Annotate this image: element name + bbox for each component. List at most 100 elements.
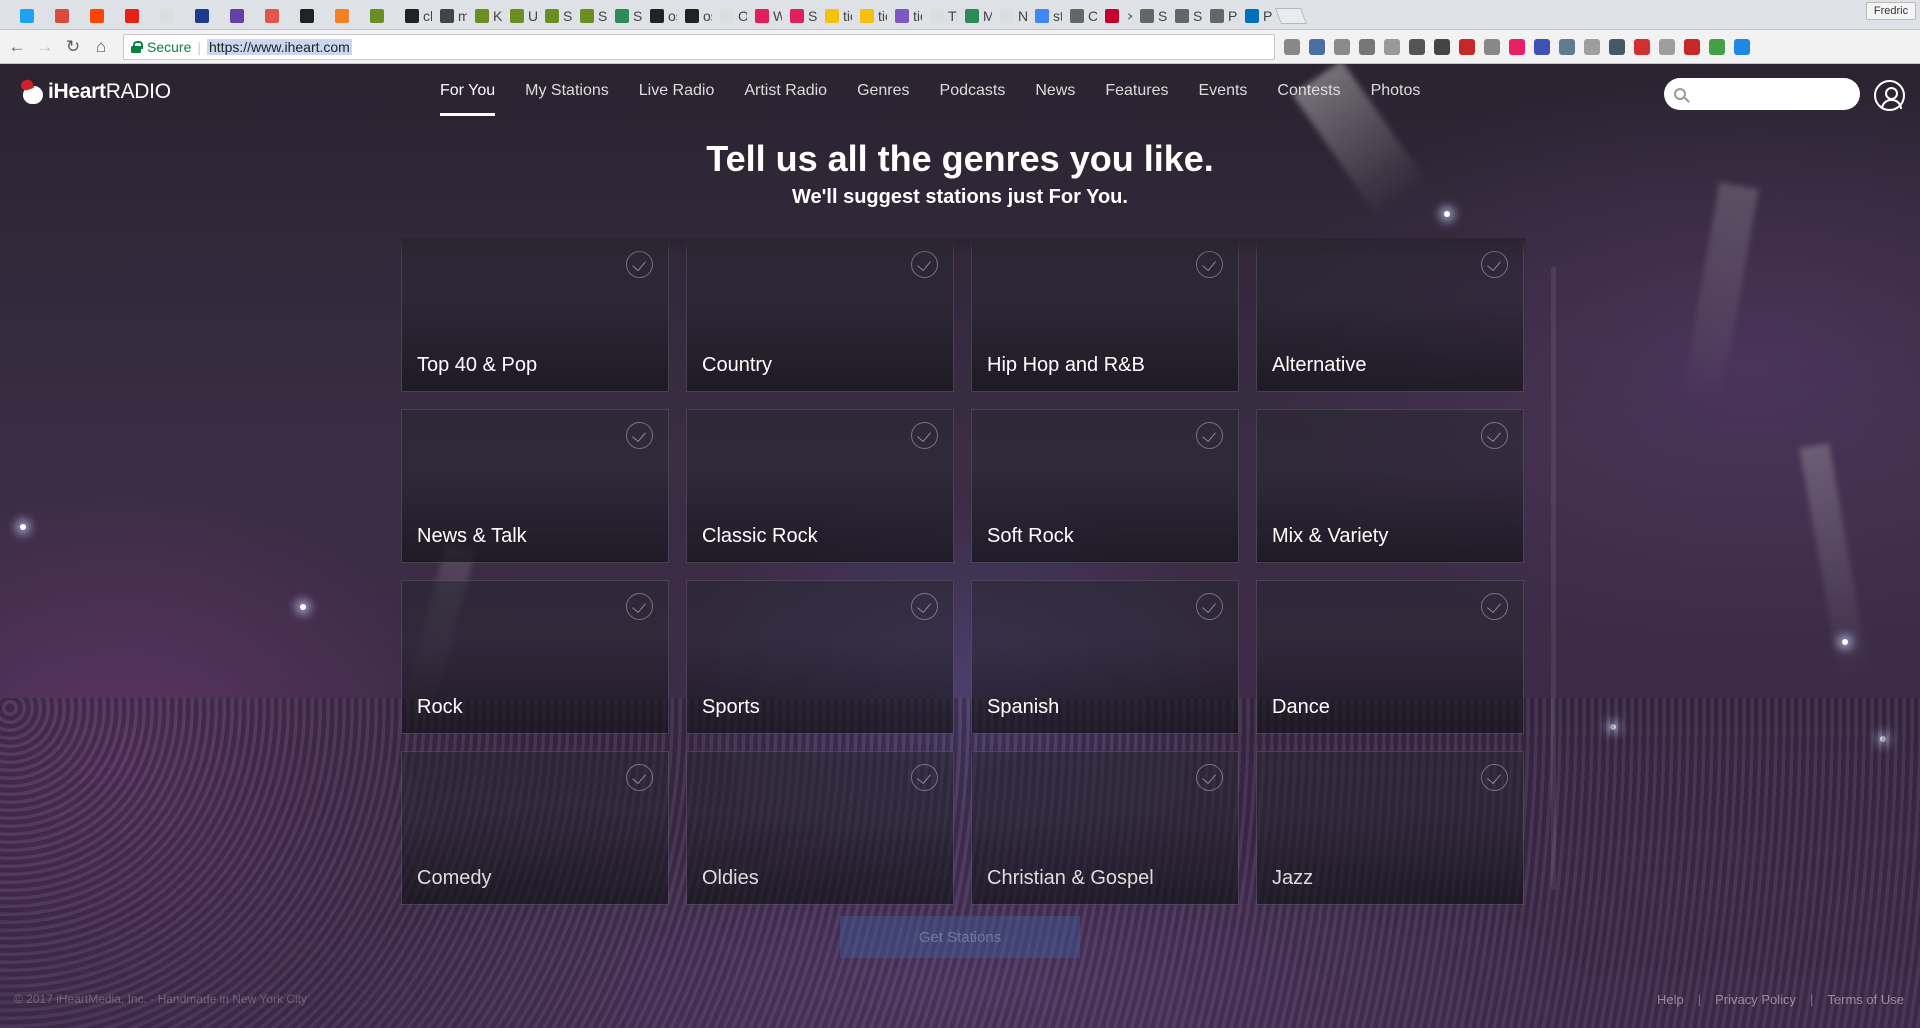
browser-tab[interactable] <box>148 2 187 30</box>
extension-icon[interactable] <box>1734 39 1750 55</box>
browser-tab[interactable]: ch <box>393 2 432 30</box>
nav-artist-radio[interactable]: Artist Radio <box>744 82 827 116</box>
browser-tab[interactable] <box>323 2 362 30</box>
genre-tile[interactable]: Rock <box>401 580 669 734</box>
site-search[interactable] <box>1664 78 1860 110</box>
browser-tab[interactable]: New <box>988 2 1027 30</box>
browser-tab[interactable]: Wi <box>743 2 782 30</box>
browser-tab[interactable]: os <box>673 2 712 30</box>
browser-tab[interactable]: Ut <box>498 2 537 30</box>
genre-tile[interactable]: Jazz <box>1256 751 1524 905</box>
browser-tab[interactable]: Sla <box>778 2 817 30</box>
browser-tab[interactable]: Pa <box>1233 2 1272 30</box>
nav-podcasts[interactable]: Podcasts <box>940 82 1006 116</box>
account-icon[interactable] <box>1874 80 1905 111</box>
browser-tab[interactable]: os <box>638 2 677 30</box>
nav-features[interactable]: Features <box>1105 82 1168 116</box>
genre-tile[interactable]: Sports <box>686 580 954 734</box>
genre-tile[interactable]: Spanish <box>971 580 1239 734</box>
browser-tab[interactable]: st <box>1023 2 1062 30</box>
checkmark-circle-icon[interactable] <box>626 593 653 620</box>
browser-tab[interactable] <box>253 2 292 30</box>
browser-tab[interactable]: Pa <box>1198 2 1237 30</box>
browser-tab[interactable] <box>288 2 327 30</box>
nav-genres[interactable]: Genres <box>857 82 909 116</box>
extension-icon[interactable] <box>1459 39 1475 55</box>
checkmark-circle-icon[interactable] <box>1196 251 1223 278</box>
extension-icon[interactable] <box>1309 39 1325 55</box>
checkmark-circle-icon[interactable] <box>1196 422 1223 449</box>
extension-icon[interactable] <box>1434 39 1450 55</box>
checkmark-circle-icon[interactable] <box>911 422 938 449</box>
extension-icon[interactable] <box>1584 39 1600 55</box>
genre-tile[interactable]: Country <box>686 238 954 392</box>
browser-tab[interactable] <box>358 2 397 30</box>
back-icon[interactable]: ← <box>6 36 28 58</box>
browser-tab[interactable]: tic <box>848 2 887 30</box>
genre-tile[interactable]: Classic Rock <box>686 409 954 563</box>
browser-tab[interactable] <box>78 2 117 30</box>
checkmark-circle-icon[interactable] <box>1196 593 1223 620</box>
search-input[interactable] <box>1694 86 1844 102</box>
browser-tab[interactable]: Se <box>603 2 642 30</box>
extension-icon[interactable] <box>1409 39 1425 55</box>
iheartradio-logo[interactable]: iHeartRADIO <box>20 80 171 104</box>
footer-link-privacy-policy[interactable]: Privacy Policy <box>1715 992 1796 1007</box>
extension-icon[interactable] <box>1609 39 1625 55</box>
home-icon[interactable]: ⌂ <box>90 36 112 58</box>
extension-icon[interactable] <box>1484 39 1500 55</box>
browser-tab[interactable]: Cc <box>1058 2 1097 30</box>
browser-tab[interactable] <box>218 2 257 30</box>
address-bar[interactable]: Secure | https://www.iheart.com <box>123 34 1275 60</box>
browser-tab[interactable]: Ti <box>918 2 957 30</box>
url-text[interactable]: https://www.iheart.com <box>207 39 352 55</box>
browser-tab[interactable] <box>183 2 222 30</box>
checkmark-circle-icon[interactable] <box>626 422 653 449</box>
genre-tile[interactable]: Mix & Variety <box>1256 409 1524 563</box>
nav-photos[interactable]: Photos <box>1371 82 1421 116</box>
extension-icon[interactable] <box>1709 39 1725 55</box>
checkmark-circle-icon[interactable] <box>1481 593 1508 620</box>
genre-tile[interactable]: Alternative <box>1256 238 1524 392</box>
genre-tile[interactable]: Christian & Gospel <box>971 751 1239 905</box>
forward-icon[interactable]: → <box>34 36 56 58</box>
browser-tab[interactable]: Mi <box>953 2 992 30</box>
get-stations-button[interactable]: Get Stations <box>840 916 1080 958</box>
browser-tab[interactable]: Or <box>708 2 747 30</box>
checkmark-circle-icon[interactable] <box>911 593 938 620</box>
browser-tab[interactable]: Sc <box>1128 2 1167 30</box>
footer-link-terms-of-use[interactable]: Terms of Use <box>1827 992 1904 1007</box>
checkmark-circle-icon[interactable] <box>1196 764 1223 791</box>
checkmark-circle-icon[interactable] <box>911 764 938 791</box>
reload-icon[interactable]: ↻ <box>62 36 84 58</box>
checkmark-circle-icon[interactable] <box>626 251 653 278</box>
browser-tab[interactable] <box>113 2 152 30</box>
genre-tile[interactable]: Oldies <box>686 751 954 905</box>
extension-icon[interactable] <box>1634 39 1650 55</box>
nav-events[interactable]: Events <box>1199 82 1248 116</box>
checkmark-circle-icon[interactable] <box>911 251 938 278</box>
genre-tile[interactable]: News & Talk <box>401 409 669 563</box>
browser-tab[interactable]: m <box>428 2 467 30</box>
nav-for-you[interactable]: For You <box>440 82 496 116</box>
checkmark-circle-icon[interactable] <box>1481 422 1508 449</box>
browser-tab[interactable] <box>8 2 47 30</box>
extension-icon[interactable] <box>1284 39 1300 55</box>
nav-live-radio[interactable]: Live Radio <box>639 82 715 116</box>
nav-contests[interactable]: Contests <box>1277 82 1340 116</box>
checkmark-circle-icon[interactable] <box>1481 251 1508 278</box>
browser-tab[interactable] <box>43 2 82 30</box>
browser-tab[interactable]: Sk <box>533 2 572 30</box>
extension-icon[interactable] <box>1384 39 1400 55</box>
genre-tile[interactable]: Dance <box>1256 580 1524 734</box>
extension-icon[interactable] <box>1509 39 1525 55</box>
extension-icon[interactable] <box>1534 39 1550 55</box>
browser-tab[interactable]: × <box>1093 2 1132 30</box>
profile-button[interactable]: Fredric <box>1866 2 1916 20</box>
browser-tab[interactable]: Sp <box>1163 2 1202 30</box>
genre-tile[interactable]: Top 40 & Pop <box>401 238 669 392</box>
genre-scrollbar[interactable] <box>1551 266 1556 890</box>
browser-tab[interactable]: tic <box>813 2 852 30</box>
checkmark-circle-icon[interactable] <box>1481 764 1508 791</box>
checkmark-circle-icon[interactable] <box>626 764 653 791</box>
